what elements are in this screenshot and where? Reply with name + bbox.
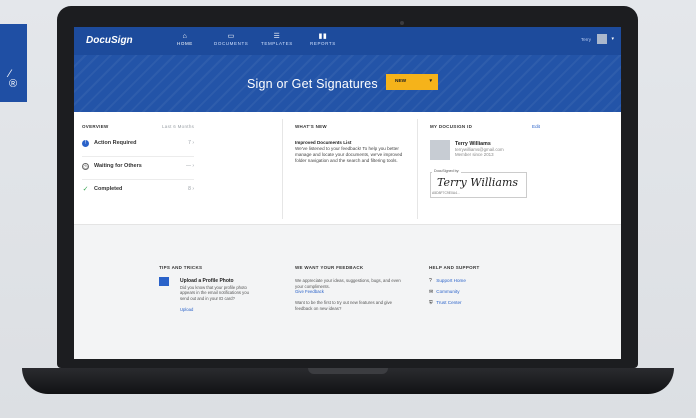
- app-screen: DocuSign ⌂ HOME ▭ DOCUMENTS ☰ TEMPLATES …: [74, 27, 621, 359]
- community-link[interactable]: ✉ Community: [429, 289, 460, 295]
- nav-home-label: HOME: [177, 41, 193, 46]
- overview-completed[interactable]: ✓ Completed 8 ›: [82, 180, 194, 202]
- give-feedback-link[interactable]: Give Feedback: [295, 289, 324, 294]
- whats-new-body: Improved Documents List We've listened t…: [295, 140, 410, 164]
- my-details: terrywilliams@gmail.com Member since 201…: [455, 147, 504, 158]
- nav-reports-label: REPORTS: [310, 41, 336, 46]
- nav-home[interactable]: ⌂ HOME: [177, 33, 193, 46]
- column-divider: [282, 119, 283, 219]
- support-home-link[interactable]: ? Support Home: [429, 278, 466, 284]
- overview-item-label: Waiting for Others: [94, 163, 142, 169]
- nav-templates[interactable]: ☰ TEMPLATES: [261, 33, 293, 46]
- user-card-icon: [159, 277, 169, 286]
- nav-documents-label: DOCUMENTS: [214, 41, 249, 46]
- registered-mark-icon: ⁄ ®: [9, 68, 18, 90]
- nav-templates-label: TEMPLATES: [261, 41, 293, 46]
- feedback-title: WE WANT YOUR FEEDBACK: [295, 265, 364, 270]
- hero-title: Sign or Get Signatures: [247, 77, 378, 91]
- my-id-title: MY DOCUSIGN ID: [430, 124, 473, 129]
- whats-new-title: WHAT'S NEW: [295, 124, 327, 129]
- tip-text: Did you know that your profile photo app…: [180, 285, 249, 301]
- documents-icon: ▭: [227, 33, 235, 40]
- overview-waiting-for-others[interactable]: ◷ Waiting for Others — ›: [82, 157, 194, 180]
- new-button-label: NEW: [395, 79, 407, 84]
- overview-item-label: Completed: [94, 186, 123, 192]
- help-circle-icon: ?: [429, 278, 432, 284]
- check-icon: ✓: [82, 186, 89, 193]
- help-title: HELP AND SUPPORT: [429, 265, 480, 270]
- user-name[interactable]: Terry: [581, 37, 591, 42]
- chat-icon: ✉: [429, 289, 434, 295]
- column-divider: [417, 119, 418, 219]
- overview-item-count: 7 ›: [188, 140, 194, 146]
- whats-new-text: We've listened to your feedback! To help…: [295, 146, 403, 163]
- tips-title: TIPS AND TRICKS: [159, 265, 203, 270]
- tip-title: Upload a Profile Photo: [180, 278, 234, 284]
- top-nav-bar: DocuSign ⌂ HOME ▭ DOCUMENTS ☰ TEMPLATES …: [74, 27, 621, 55]
- upload-link[interactable]: Upload: [180, 307, 193, 312]
- trust-center-label: Trust Center: [436, 300, 462, 305]
- nav-documents[interactable]: ▭ DOCUMENTS: [214, 33, 248, 46]
- trust-center-link[interactable]: ⛨ Trust Center: [429, 300, 462, 306]
- edit-link[interactable]: Edit: [532, 124, 540, 129]
- profile-photo[interactable]: [430, 140, 450, 160]
- avatar[interactable]: [597, 34, 607, 44]
- feedback-text-1: We appreciate your ideas, suggestions, b…: [295, 278, 401, 289]
- clock-icon: ◷: [82, 163, 89, 170]
- overview-item-count: — ›: [185, 163, 194, 169]
- laptop-base: [22, 368, 674, 394]
- docusign-logo[interactable]: DocuSign: [86, 35, 133, 46]
- alert-icon: !: [82, 140, 89, 147]
- overview-title: OVERVIEW: [82, 124, 109, 129]
- reports-icon: ▮▮: [318, 33, 328, 40]
- camera-dot: [400, 21, 404, 25]
- community-label: Community: [436, 289, 460, 294]
- nav-reports[interactable]: ▮▮ REPORTS: [310, 33, 336, 46]
- support-home-label: Support Home: [436, 278, 466, 283]
- home-icon: ⌂: [182, 33, 188, 40]
- templates-icon: ☰: [273, 33, 281, 40]
- laptop-notch: [308, 368, 388, 374]
- overview-item-label: Action Required: [94, 140, 137, 146]
- chevron-down-icon: ▾: [429, 78, 432, 84]
- feedback-text-2: Want to be the first to try out new feat…: [295, 300, 393, 311]
- overview-item-count: 8 ›: [188, 186, 194, 192]
- feedback-body: We appreciate your ideas, suggestions, b…: [295, 278, 410, 311]
- signature-label: DocuSigned by:: [432, 169, 462, 173]
- overview-action-required[interactable]: ! Action Required 7 ›: [82, 134, 194, 157]
- new-button[interactable]: NEW ▾: [386, 74, 438, 90]
- tip-body: Did you know that your profile photo app…: [180, 285, 256, 312]
- shield-icon: ⛨: [429, 300, 433, 306]
- overview-period[interactable]: Last 6 Months: [162, 124, 194, 129]
- chevron-down-icon[interactable]: ▾: [611, 36, 614, 42]
- side-tile: ⁄ ®: [0, 24, 27, 102]
- my-since: Member since 2013: [455, 152, 494, 158]
- signature: Terry Williams: [437, 176, 519, 189]
- signature-id: A5D8F7C9E0A4...: [432, 191, 460, 195]
